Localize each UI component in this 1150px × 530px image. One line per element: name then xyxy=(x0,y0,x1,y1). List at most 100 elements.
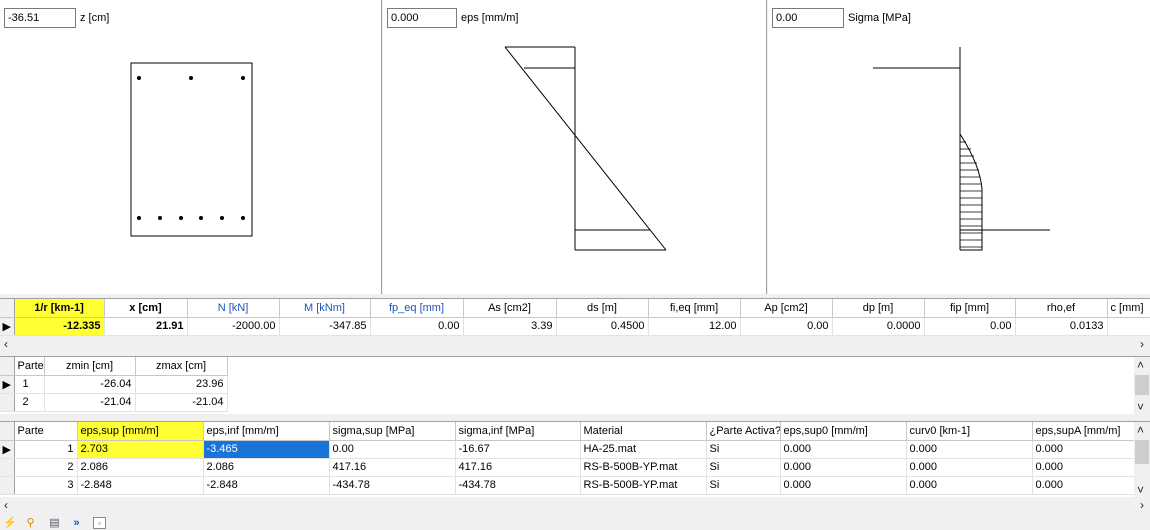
ap-cell[interactable]: 0.00 xyxy=(740,317,833,336)
eps-sup0-cell[interactable]: 0.000 xyxy=(780,458,907,477)
scroll-right-icon[interactable]: › xyxy=(1140,497,1144,513)
parte-cell[interactable]: 2 xyxy=(14,458,78,477)
curv0-cell[interactable]: 0.000 xyxy=(906,440,1033,459)
col-header-eps-sup[interactable]: eps,sup [mm/m] xyxy=(77,422,204,441)
parte-activa-cell[interactable]: Si xyxy=(706,440,781,459)
eps-sup0-cell[interactable]: 0.000 xyxy=(780,440,907,459)
eps-supa-cell[interactable]: 0.000 xyxy=(1032,476,1135,495)
parte-activa-cell[interactable]: Si xyxy=(706,476,781,495)
col-header-sigma-sup[interactable]: sigma,sup [MPa] xyxy=(329,422,456,441)
sigma-sup-cell[interactable]: 417.16 xyxy=(329,458,456,477)
col-header-eps-inf[interactable]: eps,inf [mm/m] xyxy=(203,422,330,441)
curv0-cell[interactable]: 0.000 xyxy=(906,476,1033,495)
col-header-dp[interactable]: dp [m] xyxy=(832,299,925,318)
col-header-eps-supa[interactable]: eps,supA [mm/m] xyxy=(1032,422,1135,441)
parte-cell[interactable]: 1 xyxy=(14,375,45,394)
zmin-cell[interactable]: -21.04 xyxy=(44,393,136,412)
col-header-parte[interactable]: Parte xyxy=(14,422,78,441)
results-row[interactable]: ▶ -12.335 21.91 -2000.00 -347.85 0.00 3.… xyxy=(0,317,1150,336)
as-cell[interactable]: 3.39 xyxy=(463,317,557,336)
eps-sup0-cell[interactable]: 0.000 xyxy=(780,476,907,495)
scroll-down-icon[interactable]: ˅ xyxy=(1137,399,1144,415)
sigma-inf-cell[interactable]: 417.16 xyxy=(455,458,581,477)
col-header-c[interactable]: c [mm] xyxy=(1107,299,1150,318)
n-cell[interactable]: -2000.00 xyxy=(187,317,280,336)
eps-inf-cell[interactable]: -3.465 xyxy=(203,440,330,459)
col-header-m[interactable]: M [kNm] xyxy=(279,299,371,318)
sigma-inf-cell[interactable]: -434.78 xyxy=(455,476,581,495)
parts-grid[interactable]: Parte zmin [cm] zmax [cm] ▶ 1 -26.04 23.… xyxy=(0,356,1150,415)
fp-eq-cell[interactable]: 0.00 xyxy=(370,317,464,336)
eps-sup-cell[interactable]: 2.086 xyxy=(77,458,204,477)
scroll-left-icon[interactable]: ‹ xyxy=(4,336,8,352)
curvature-cell[interactable]: -12.335 xyxy=(14,317,105,336)
scroll-down-icon[interactable]: ˅ xyxy=(1137,482,1144,498)
zmax-cell[interactable]: -21.04 xyxy=(135,393,228,412)
table-row[interactable]: 3 -2.848 -2.848 -434.78 -434.78 RS-B-500… xyxy=(0,476,1135,495)
parte-cell[interactable]: 2 xyxy=(14,393,45,412)
col-header-fp-eq[interactable]: fp_eq [mm] xyxy=(370,299,464,318)
col-header-x[interactable]: x [cm] xyxy=(104,299,188,318)
material-cell[interactable]: RS-B-500B-YP.mat xyxy=(580,458,707,477)
curv0-cell[interactable]: 0.000 xyxy=(906,458,1033,477)
print-icon[interactable]: ▤ xyxy=(48,517,61,529)
fi-eq-cell[interactable]: 12.00 xyxy=(648,317,741,336)
parts-vscrollbar[interactable]: ˄ ˅ xyxy=(1134,357,1150,415)
zmin-cell[interactable]: -26.04 xyxy=(44,375,136,394)
material-cell[interactable]: HA-25.mat xyxy=(580,440,707,459)
eps-supa-cell[interactable]: 0.000 xyxy=(1032,440,1135,459)
parte-cell[interactable]: 3 xyxy=(14,476,78,495)
scroll-up-icon[interactable]: ˄ xyxy=(1137,357,1144,373)
col-header-zmin[interactable]: zmin [cm] xyxy=(44,357,136,376)
scroll-left-icon[interactable]: ‹ xyxy=(4,497,8,513)
zoom-icon[interactable]: ⚲ xyxy=(24,517,37,529)
col-header-fip[interactable]: fip [mm] xyxy=(924,299,1016,318)
rho-ef-cell[interactable]: 0.0133 xyxy=(1015,317,1108,336)
eps-supa-cell[interactable]: 0.000 xyxy=(1032,458,1135,477)
x-cell[interactable]: 21.91 xyxy=(104,317,188,336)
eps-inf-cell[interactable]: 2.086 xyxy=(203,458,330,477)
col-header-parte[interactable]: Parte xyxy=(14,357,45,376)
col-header-sigma-inf[interactable]: sigma,inf [MPa] xyxy=(455,422,581,441)
col-header-as[interactable]: As [cm2] xyxy=(463,299,557,318)
table-row[interactable]: ▶ 1 2.703 -3.465 0.00 -16.67 HA-25.mat S… xyxy=(0,440,1135,459)
scroll-thumb[interactable] xyxy=(1135,440,1149,464)
dp-cell[interactable]: 0.0000 xyxy=(832,317,925,336)
col-header-ds[interactable]: ds [m] xyxy=(556,299,649,318)
col-header-curvature[interactable]: 1/r [km-1] xyxy=(14,299,105,318)
eps-sup-cell[interactable]: 2.703 xyxy=(77,440,204,459)
sigma-sup-cell[interactable]: 0.00 xyxy=(329,440,456,459)
eps-inf-cell[interactable]: -2.848 xyxy=(203,476,330,495)
layers-vscrollbar[interactable]: ˄ ˅ xyxy=(1134,422,1150,498)
scroll-up-icon[interactable]: ˄ xyxy=(1137,422,1144,438)
table-row[interactable]: 2 -21.04 -21.04 xyxy=(0,393,228,412)
col-header-n[interactable]: N [kN] xyxy=(187,299,280,318)
col-header-parte-activa[interactable]: ¿Parte Activa? xyxy=(706,422,781,441)
ds-cell[interactable]: 0.4500 xyxy=(556,317,649,336)
eps-sup-cell[interactable]: -2.848 xyxy=(77,476,204,495)
parte-cell[interactable]: 1 xyxy=(14,440,78,459)
results-hscrollbar[interactable]: ‹ › xyxy=(0,336,1150,352)
sigma-sup-cell[interactable]: -434.78 xyxy=(329,476,456,495)
forward-icon[interactable]: » xyxy=(70,517,83,529)
c-cell[interactable] xyxy=(1107,317,1150,336)
table-row[interactable]: 2 2.086 2.086 417.16 417.16 RS-B-500B-YP… xyxy=(0,458,1135,477)
scroll-right-icon[interactable]: › xyxy=(1140,336,1144,352)
layers-hscrollbar[interactable]: ‹ › xyxy=(0,497,1150,513)
fip-cell[interactable]: 0.00 xyxy=(924,317,1016,336)
page-icon[interactable]: ▫ xyxy=(93,517,106,529)
col-header-ap[interactable]: Ap [cm2] xyxy=(740,299,833,318)
col-header-curv0[interactable]: curv0 [km-1] xyxy=(906,422,1033,441)
table-row[interactable]: ▶ 1 -26.04 23.96 xyxy=(0,375,228,394)
results-grid[interactable]: 1/r [km-1] x [cm] N [kN] M [kNm] fp_eq [… xyxy=(0,298,1150,336)
lightning-icon[interactable]: ⚡ xyxy=(3,517,17,529)
col-header-eps-sup0[interactable]: eps,sup0 [mm/m] xyxy=(780,422,907,441)
col-header-material[interactable]: Material xyxy=(580,422,707,441)
zmax-cell[interactable]: 23.96 xyxy=(135,375,228,394)
layers-grid[interactable]: Parte eps,sup [mm/m] eps,inf [mm/m] sigm… xyxy=(0,421,1150,498)
scroll-thumb[interactable] xyxy=(1135,375,1149,395)
m-cell[interactable]: -347.85 xyxy=(279,317,371,336)
sigma-inf-cell[interactable]: -16.67 xyxy=(455,440,581,459)
col-header-zmax[interactable]: zmax [cm] xyxy=(135,357,228,376)
material-cell[interactable]: RS-B-500B-YP.mat xyxy=(580,476,707,495)
